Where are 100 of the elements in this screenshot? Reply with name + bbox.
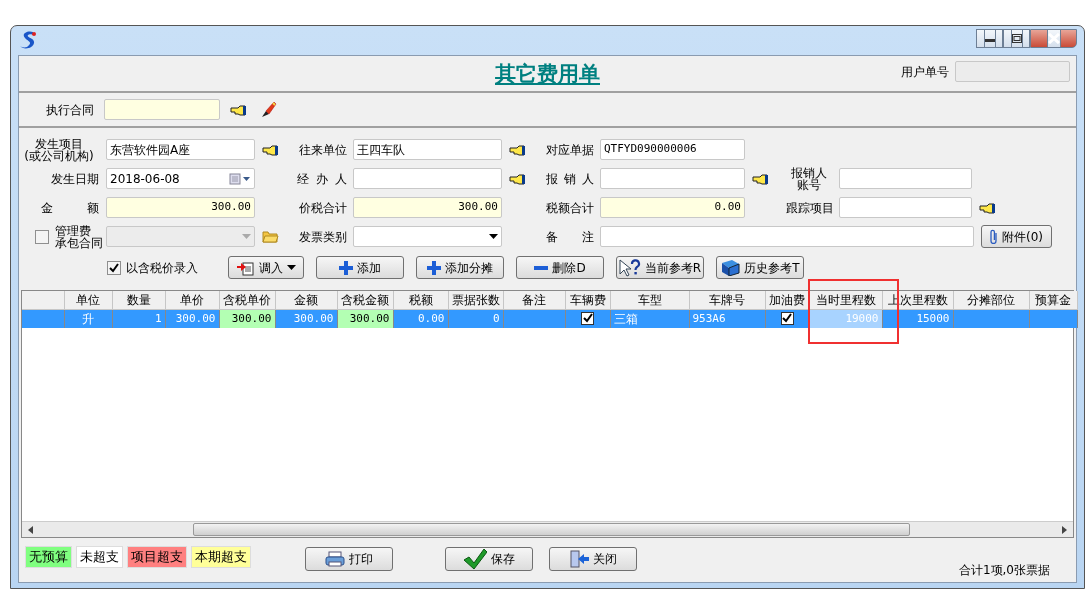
table-cell: 300.00	[175, 311, 216, 325]
table-row[interactable]: 升 1 300.00 300.00 300.00 300.00 0.00 0 三箱 953A6 19000 15000	[22, 309, 1077, 328]
field-label: 执行合同	[45, 103, 94, 116]
folder-icon[interactable]	[262, 230, 279, 243]
checkbox-label: 以含税价录入	[126, 259, 198, 277]
field-label: (或公司机构)	[24, 149, 94, 162]
scroll-left-icon[interactable]	[28, 525, 33, 534]
pointing-hand-icon[interactable]	[509, 142, 526, 157]
close-button[interactable]	[1030, 29, 1077, 48]
field-label: 用户单号	[901, 63, 949, 81]
date-field[interactable]: 2018-06-08	[106, 168, 255, 189]
table-cell: 300.00	[293, 311, 334, 325]
minimize-button[interactable]	[976, 29, 1003, 48]
maximize-button[interactable]	[1003, 29, 1030, 48]
user-number-field[interactable]	[955, 61, 1070, 82]
toolbar-button[interactable]: 调入	[228, 256, 304, 279]
field-label: 报 销 人	[546, 172, 594, 185]
column-header[interactable]: 分摊部位	[953, 291, 1029, 310]
column-header[interactable]: 金额	[275, 291, 337, 310]
horizontal-scrollbar[interactable]	[22, 521, 1073, 537]
field-label: 承包合同	[55, 236, 103, 249]
checkmark-icon	[463, 548, 487, 570]
toolbar-button[interactable]: 添加	[316, 256, 404, 279]
table-cell: 0	[492, 311, 500, 325]
legend-swatch: 项目超支	[127, 545, 187, 569]
input-field[interactable]: QTFYD090000006	[600, 139, 745, 160]
column-header[interactable]: 车牌号	[689, 291, 765, 310]
pointing-hand-icon[interactable]	[752, 171, 769, 186]
column-header[interactable]: 车型	[610, 291, 689, 310]
field-label: 价税合计	[298, 201, 347, 214]
toolbar-button[interactable]: 历史参考T	[716, 256, 804, 279]
close-icon	[1047, 33, 1060, 44]
dropdown-field[interactable]	[353, 226, 502, 247]
dropdown-caret-icon[interactable]	[489, 234, 498, 239]
input-field[interactable]	[353, 168, 502, 189]
field-label: 跟踪项目	[785, 201, 834, 214]
input-field[interactable]	[839, 168, 972, 189]
legend-swatch: 无预算	[25, 545, 72, 569]
field-label: 经 办 人	[297, 172, 347, 185]
input-field[interactable]	[600, 226, 974, 247]
field-label: 发生日期	[50, 172, 99, 185]
plus-icon	[339, 260, 353, 275]
status-text: 合计1项,0张票据	[958, 562, 1050, 579]
action-button[interactable]: 打印	[305, 547, 393, 571]
input-field[interactable]: 300.00	[106, 197, 255, 218]
column-header[interactable]: 预算金	[1029, 291, 1077, 310]
printer-icon	[325, 551, 345, 567]
field-label: 备 注	[546, 230, 594, 243]
toolbar-button[interactable]: 当前参考R	[616, 256, 704, 279]
checkbox[interactable]	[581, 311, 594, 325]
column-header[interactable]: 单位	[64, 291, 112, 310]
column-header[interactable]: 车辆费	[565, 291, 610, 310]
column-header[interactable]: 备注	[503, 291, 565, 310]
door-arrow-icon	[569, 550, 589, 568]
table-cell: 1	[154, 311, 162, 325]
dropdown-caret-icon	[286, 265, 296, 270]
field-label: 管理费	[55, 224, 91, 237]
column-header[interactable]: 含税金额	[337, 291, 393, 310]
table-cell: 0.00	[418, 311, 445, 325]
pointing-hand-icon[interactable]	[230, 102, 247, 117]
action-button[interactable]: 关闭	[549, 547, 637, 571]
column-header[interactable]: 税额	[393, 291, 448, 310]
column-header[interactable]: 加油费	[765, 291, 809, 310]
checkbox[interactable]	[780, 311, 794, 325]
pointing-hand-icon[interactable]	[979, 200, 996, 215]
attachment-button[interactable]: 附件(0)	[981, 225, 1052, 248]
input-field[interactable]: 0.00	[600, 197, 745, 218]
toolbar-button[interactable]: 删除D	[516, 256, 604, 279]
input-field[interactable]: 300.00	[353, 197, 502, 218]
field-label: 发生项目	[35, 137, 83, 150]
contract-field[interactable]	[104, 99, 220, 120]
column-header[interactable]: 含税单价	[219, 291, 275, 310]
pointing-hand-icon[interactable]	[262, 142, 279, 157]
field-label: 发票类别	[298, 230, 347, 243]
input-field[interactable]: 王四车队	[353, 139, 502, 160]
form-title: 其它费用单	[495, 59, 600, 88]
legend-swatch: 本期超支	[191, 545, 251, 569]
column-header[interactable]: 单价	[165, 291, 219, 310]
input-field[interactable]	[839, 197, 972, 218]
action-button[interactable]: 保存	[445, 547, 533, 571]
field-label: 税额合计	[546, 201, 594, 214]
toolbar-button[interactable]: 添加分摊	[416, 256, 504, 279]
calendar-dropdown-icon[interactable]	[229, 172, 251, 185]
checkbox[interactable]	[107, 260, 121, 275]
table-cell: 三箱	[613, 312, 638, 326]
column-header[interactable]: 当时里程数	[809, 291, 882, 310]
column-header[interactable]: 数量	[112, 291, 165, 310]
column-header[interactable]: 票据张数	[448, 291, 503, 310]
scroll-right-icon[interactable]	[1062, 525, 1067, 534]
field-label: 报销人	[791, 166, 827, 179]
table-cell: 19000	[845, 311, 879, 325]
restore-icon	[1011, 34, 1022, 43]
plus-icon	[427, 260, 441, 275]
input-field[interactable]	[600, 168, 745, 189]
field-label: 金 额	[41, 201, 99, 214]
paperclip-icon	[990, 229, 998, 244]
input-field[interactable]: 东营软件园A座	[106, 139, 255, 160]
pointing-hand-icon[interactable]	[509, 171, 526, 186]
table-cell: 953A6	[692, 311, 726, 325]
table-cell: 15000	[916, 311, 950, 325]
